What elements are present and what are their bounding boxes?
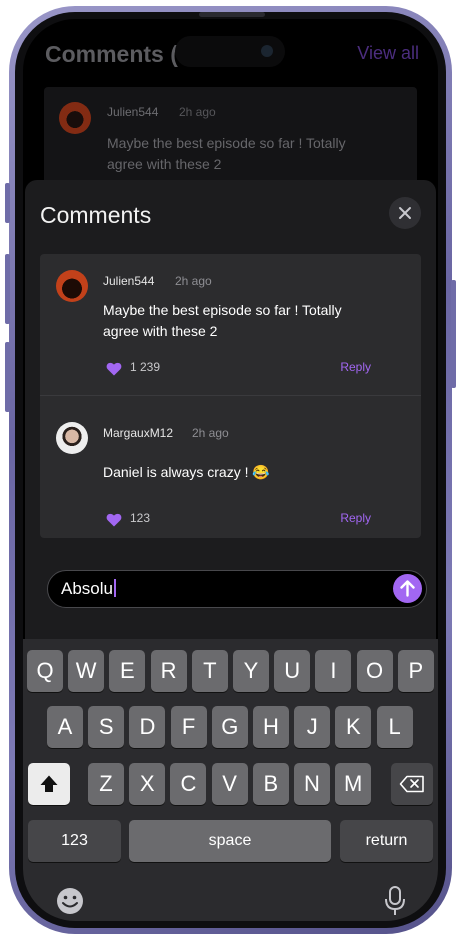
key-n[interactable]: N — [294, 763, 330, 805]
comment-text: Maybe the best episode so far ! Totally … — [107, 135, 346, 172]
view-all-link[interactable]: View all — [357, 43, 419, 64]
action-button — [5, 183, 10, 223]
list-item: Julien544 2h ago Maybe the best episode … — [40, 254, 421, 395]
key-k[interactable]: K — [335, 706, 372, 748]
shift-key[interactable] — [28, 763, 70, 805]
comment-time: 2h ago — [175, 274, 212, 288]
key-a[interactable]: A — [47, 706, 83, 748]
key-y[interactable]: Y — [233, 650, 269, 692]
heart-icon[interactable] — [106, 513, 122, 527]
text-caret — [113, 579, 116, 597]
power-button — [451, 280, 456, 388]
key-b[interactable]: B — [252, 763, 289, 805]
key-r[interactable]: R — [150, 650, 187, 692]
key-o[interactable]: O — [356, 650, 393, 692]
comment-time: 2h ago — [192, 426, 229, 440]
return-key[interactable]: return — [340, 820, 433, 862]
comment-username[interactable]: Julien544 — [103, 274, 154, 288]
key-x[interactable]: X — [129, 763, 166, 805]
avatar[interactable] — [56, 270, 88, 302]
sheet-title: Comments — [40, 202, 152, 228]
key-u[interactable]: U — [274, 650, 311, 692]
volume-down-button — [5, 342, 10, 412]
key-z[interactable]: Z — [88, 763, 124, 805]
backspace-icon — [399, 775, 424, 793]
arrow-up-icon — [400, 580, 415, 597]
avatar[interactable] — [56, 422, 88, 454]
key-s[interactable]: S — [88, 706, 125, 748]
background-page-title: Comments ( — [45, 41, 178, 67]
like-count: 123 — [130, 511, 151, 525]
key-m[interactable]: M — [335, 763, 372, 805]
key-j[interactable]: J — [294, 706, 331, 748]
background-comment-card: Julien544 2h ago Maybe the best episode … — [44, 87, 417, 187]
key-i[interactable]: I — [315, 650, 352, 692]
shift-icon — [40, 775, 58, 792]
close-button[interactable] — [389, 197, 421, 229]
key-w[interactable]: W — [68, 650, 105, 692]
key-c[interactable]: C — [170, 763, 207, 805]
key-t[interactable]: T — [191, 650, 228, 692]
reply-button[interactable]: Reply — [340, 360, 371, 374]
heart-icon[interactable] — [106, 362, 122, 376]
avatar — [59, 102, 91, 134]
emoji-icon[interactable] — [55, 886, 85, 916]
delete-key[interactable] — [391, 763, 433, 805]
comment-username[interactable]: MargauxM12 — [103, 426, 173, 440]
key-f[interactable]: F — [170, 706, 207, 748]
like-count: 1 239 — [130, 360, 161, 374]
key-g[interactable]: G — [211, 706, 248, 748]
space-key[interactable]: space — [129, 820, 331, 862]
microphone-icon[interactable] — [383, 885, 407, 917]
comment-input-value: Absolu — [61, 579, 113, 598]
comment-list: Julien544 2h ago Maybe the best episode … — [40, 254, 421, 538]
comment-time: 2h ago — [179, 105, 216, 119]
comment-text: Maybe the best episode so far ! Totally … — [103, 302, 342, 339]
list-item: MargauxM12 2h ago Daniel is always crazy… — [40, 395, 421, 537]
comment-input[interactable]: Absolu — [47, 570, 427, 608]
key-p[interactable]: P — [397, 650, 434, 692]
phone-screen: Comments ( View all Julien544 2h ago May… — [23, 19, 438, 921]
reply-button[interactable]: Reply — [340, 511, 371, 525]
earpiece-speaker — [199, 12, 265, 17]
dynamic-island — [175, 36, 285, 67]
key-q[interactable]: Q — [27, 650, 63, 692]
key-h[interactable]: H — [253, 706, 289, 748]
volume-up-button — [5, 254, 10, 324]
key-e[interactable]: E — [109, 650, 146, 692]
comment-input-text[interactable]: Absolu — [61, 579, 116, 599]
close-icon — [399, 207, 411, 219]
keyboard: QWERTYUIOP ASDFGHJKL ZXCVBNM 123 space r… — [23, 639, 438, 921]
key-d[interactable]: D — [129, 706, 166, 748]
front-camera-icon — [261, 45, 273, 57]
comment-username: Julien544 — [107, 105, 159, 119]
send-button[interactable] — [393, 574, 422, 603]
key-v[interactable]: V — [211, 763, 248, 805]
key-l[interactable]: L — [376, 706, 413, 748]
comment-text: Daniel is always crazy ! 😂 — [103, 464, 270, 480]
numbers-key[interactable]: 123 — [28, 820, 121, 862]
